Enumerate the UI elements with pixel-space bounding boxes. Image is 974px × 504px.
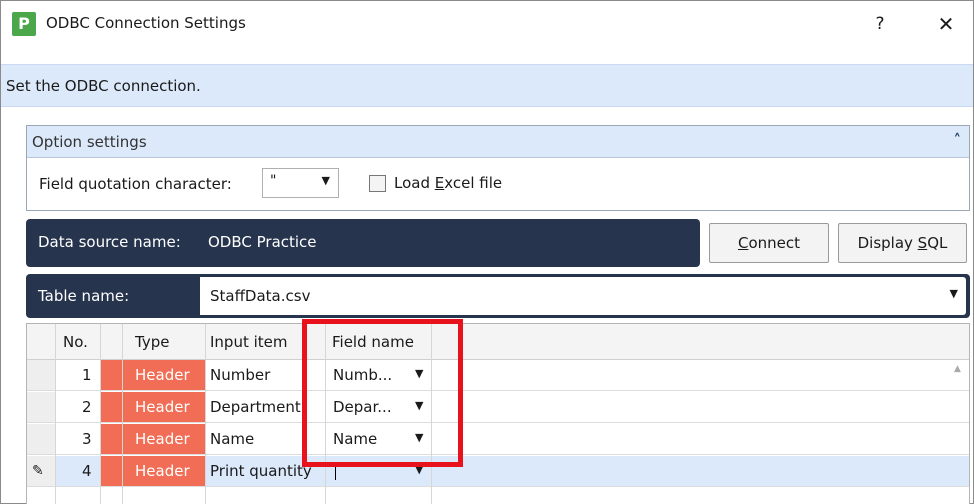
grid-header: No. Type Input item Field name (27, 324, 969, 360)
field-quotation-label: Field quotation character: (39, 175, 232, 193)
data-source-label: Data source name: (38, 233, 181, 251)
instruction-band: Set the ODBC connection. (1, 64, 973, 107)
row-header[interactable] (27, 392, 55, 422)
table-name-bar: Table name: StaffData.csv ▼ (26, 274, 970, 318)
divider (55, 324, 56, 504)
table-row[interactable]: ✎ 4 Header Print quantity ▼ (27, 456, 969, 487)
col-type[interactable]: Type (135, 333, 169, 351)
help-button[interactable]: ? (865, 9, 895, 39)
table-row[interactable]: 1 Header Number Numb... ▼ (27, 360, 969, 391)
divider (122, 324, 123, 504)
instruction-text: Set the ODBC connection. (6, 77, 201, 95)
chevron-double-up-icon[interactable]: ˄ (954, 131, 962, 149)
window-title: ODBC Connection Settings (46, 14, 246, 32)
odbc-dialog: P ODBC Connection Settings ? ✕ Set the O… (0, 0, 974, 504)
table-name-value: StaffData.csv (210, 287, 311, 305)
row-type: Header (135, 366, 190, 384)
row-type: Header (135, 398, 190, 416)
table-row[interactable]: 3 Header Name Name ▼ (27, 424, 969, 455)
table-name-select[interactable]: StaffData.csv ▼ (200, 277, 966, 315)
row-type: Header (135, 462, 190, 480)
col-no[interactable]: No. (63, 333, 88, 351)
scroll-up-icon[interactable]: ▲ (954, 364, 961, 374)
option-settings-panel: Option settings ˄ Field quotation charac… (26, 125, 970, 211)
row-header[interactable] (27, 424, 55, 454)
load-excel-checkbox[interactable] (369, 175, 386, 192)
option-settings-title: Option settings (32, 133, 147, 151)
data-source-value: ODBC Practice (208, 233, 317, 251)
field-quotation-select[interactable]: " ▼ (262, 168, 339, 198)
highlight-box (302, 319, 463, 467)
row-no: 1 (82, 366, 92, 384)
display-sql-button[interactable]: Display SQL (838, 223, 967, 263)
connect-button[interactable]: Connect (709, 223, 829, 263)
load-excel-label[interactable]: Load Excel file (394, 174, 502, 192)
table-row[interactable]: 2 Header Department Depar... ▼ (27, 392, 969, 423)
option-settings-header[interactable]: Option settings ˄ (27, 126, 969, 158)
title-bar: P ODBC Connection Settings ? ✕ (1, 1, 973, 47)
field-quotation-value: " (270, 173, 277, 189)
table-name-label: Table name: (38, 287, 130, 305)
chevron-down-icon: ▼ (949, 287, 958, 300)
row-header[interactable] (27, 360, 55, 390)
row-no: 2 (82, 398, 92, 416)
pencil-icon: ✎ (32, 463, 44, 479)
row-no: 3 (82, 430, 92, 448)
row-type: Header (135, 430, 190, 448)
divider (205, 324, 206, 504)
divider (100, 324, 101, 504)
col-input-item[interactable]: Input item (210, 333, 288, 351)
app-logo-icon: P (12, 12, 36, 36)
field-mapping-grid: No. Type Input item Field name 1 Header … (26, 323, 970, 504)
close-button[interactable]: ✕ (931, 9, 961, 39)
row-no: 4 (82, 462, 92, 480)
chevron-down-icon: ▼ (321, 174, 330, 187)
data-source-bar: Data source name: ODBC Practice (26, 219, 700, 267)
